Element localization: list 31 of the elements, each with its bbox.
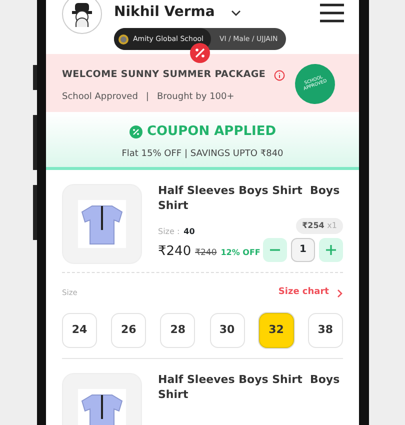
minus-button[interactable]: [263, 238, 287, 262]
discount-badge-icon: [189, 40, 211, 64]
product-title: Half Sleeves Boys Shirt Boys Shirt: [158, 184, 341, 214]
discount-label: 12% OFF: [220, 247, 260, 260]
size-chart-link[interactable]: Size chart: [278, 286, 329, 300]
size-label: Size :: [158, 226, 180, 238]
size-option[interactable]: 28: [160, 313, 196, 348]
separator: |: [146, 91, 149, 104]
size-option[interactable]: 38: [308, 313, 343, 348]
user-name: Nikhil Verma: [114, 2, 215, 22]
size-option[interactable]: 32: [258, 313, 294, 348]
quantity-multiplier: x1: [327, 220, 337, 230]
plus-icon: [325, 244, 337, 256]
size-value: 40: [184, 226, 195, 238]
coupon-title: COUPON APPLIED: [146, 122, 276, 141]
size-option[interactable]: 24: [62, 313, 97, 348]
coupon-savings: Flat 15% OFF | SAVINGS UPTO ₹840: [120, 148, 284, 160]
banner-subtitle: Brought by 100+: [156, 91, 234, 104]
school-logo-icon: [118, 34, 129, 44]
size-option[interactable]: 30: [210, 313, 245, 348]
banner-title: WELCOME SUNNY SUMMER PACKAGE: [62, 68, 266, 82]
quantity-value: 1: [291, 238, 315, 262]
unit-price: ₹254: [302, 220, 324, 230]
product-price: ₹240: [158, 243, 192, 262]
product-title: Half Sleeves Boys Shirt Boys Shirt: [158, 373, 341, 403]
banner-subtitle: School Approved: [62, 91, 138, 104]
avatar-icon[interactable]: [62, 0, 102, 34]
product-image[interactable]: [62, 184, 142, 264]
original-price: ₹240: [195, 247, 217, 260]
size-option[interactable]: 26: [111, 313, 146, 348]
plus-button[interactable]: [319, 238, 343, 262]
